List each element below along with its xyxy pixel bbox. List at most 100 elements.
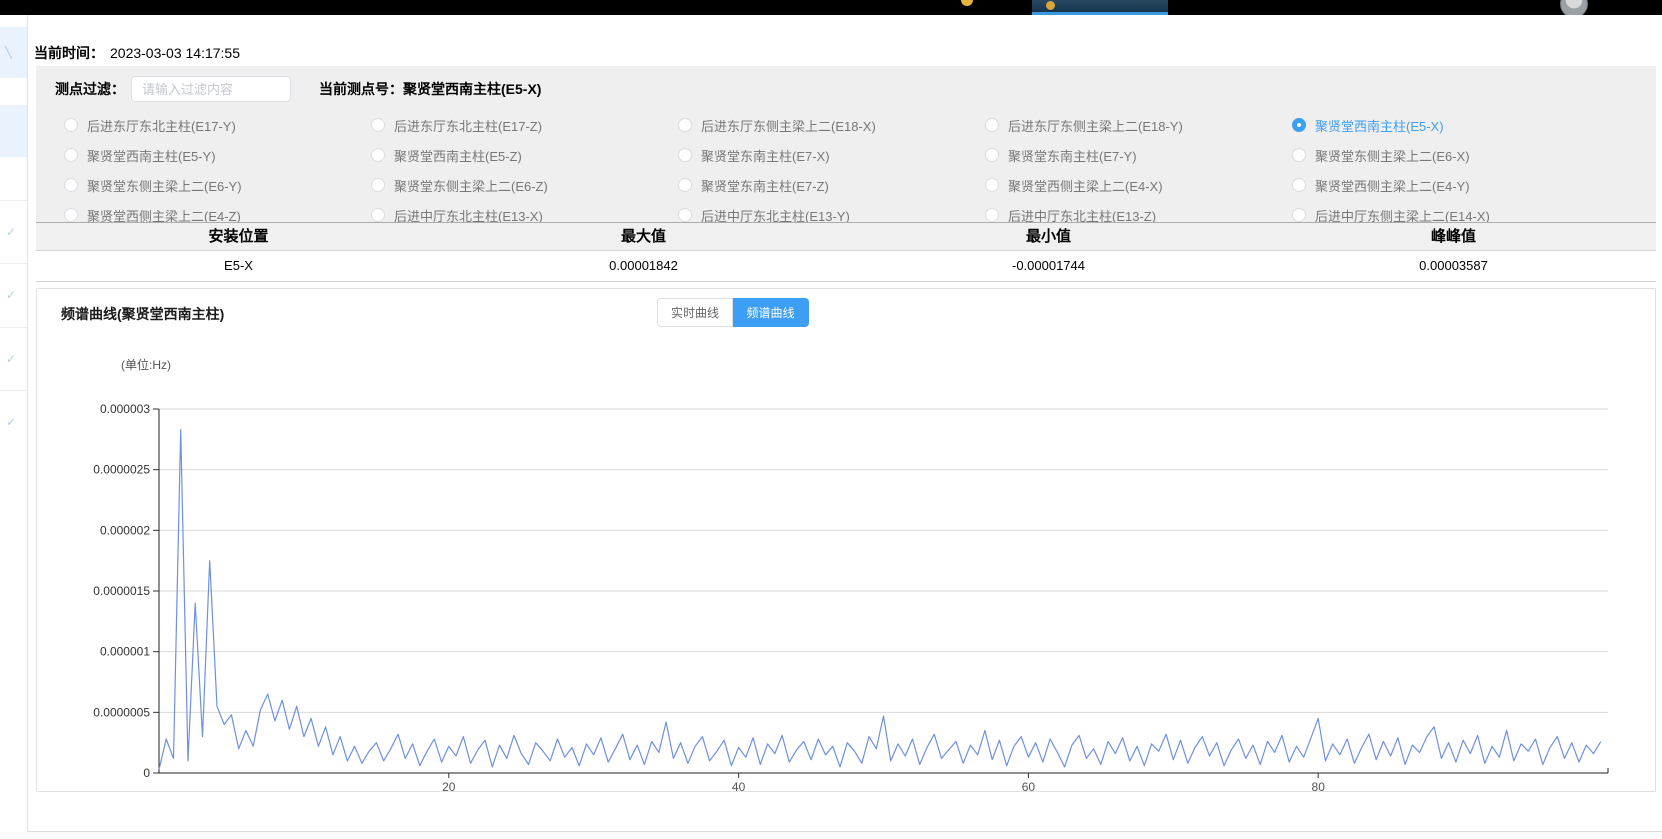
stats-table-row: E5-X0.00001842-0.000017440.00003587 [36,251,1656,282]
top-bar [0,0,1662,15]
x-tick-label: 60 [1022,780,1036,791]
radio-icon [64,118,78,132]
radio-option-label: 聚贤堂西南主柱(E5-Z) [394,146,522,165]
radio-option-13[interactable]: 聚贤堂西侧主梁上二(E4-X) [985,176,1292,195]
radio-option-12[interactable]: 聚贤堂东南主柱(E7-Z) [678,176,985,195]
radio-icon [371,118,385,132]
radio-option-label: 后进东厅东侧主梁上二(E18-Y) [1008,116,1183,135]
stats-table-header: 安装位置最大值最小值峰峰值 [36,222,1656,251]
radio-option-9[interactable]: 聚贤堂东侧主梁上二(E6-X) [1292,146,1606,165]
radio-option-1[interactable]: 后进东厅东北主柱(E17-Z) [371,116,678,135]
radio-option-0[interactable]: 后进东厅东北主柱(E17-Y) [64,116,371,135]
radio-icon [64,148,78,162]
radio-icon [985,118,999,132]
table-header-cell: 安装位置 [36,223,441,250]
radio-icon [371,178,385,192]
sidebar-item-3[interactable]: ✓ [0,200,27,263]
axis-unit-label: (单位:Hz) [121,357,171,372]
radio-icon [678,208,692,222]
radio-icon [1292,208,1306,222]
radio-icon [1292,178,1306,192]
y-tick-label: 0.000001 [100,645,150,659]
radio-icon [1292,148,1306,162]
table-header-cell: 最小值 [846,223,1251,250]
radio-icon [64,178,78,192]
y-tick-label: 0.000002 [100,523,150,537]
radio-icon [985,148,999,162]
radio-option-5[interactable]: 聚贤堂西南主柱(E5-Y) [64,146,371,165]
check-icon: ✓ [6,415,16,429]
table-value-cell: E5-X [36,251,441,281]
radio-option-label: 聚贤堂西南主柱(E5-Y) [87,146,216,165]
radio-option-label: 聚贤堂西侧主梁上二(E4-X) [1008,176,1163,195]
radio-option-label: 聚贤堂东南主柱(E7-Z) [701,176,829,195]
active-browser-tab[interactable] [1032,0,1168,15]
radio-option-6[interactable]: 聚贤堂西南主柱(E5-Z) [371,146,678,165]
table-value-cell: -0.00001744 [846,251,1251,281]
current-point-label: 当前测点号：聚贤堂西南主柱(E5-X) [319,79,541,99]
check-icon: ✓ [6,288,16,302]
x-tick-label: 20 [442,780,456,791]
radio-icon [985,178,999,192]
status-dot-icon [961,0,973,6]
sidebar-item-5[interactable]: ✓ [0,327,27,390]
tab-favicon-icon [1046,1,1055,10]
radio-option-label: 聚贤堂西南主柱(E5-X) [1315,116,1444,135]
radio-icon [64,208,78,222]
current-time: 当前时间： 2023-03-03 14:17:55 [34,43,240,63]
y-tick-label: 0.000003 [100,402,150,416]
radio-icon [985,208,999,222]
radio-option-label: 聚贤堂东南主柱(E7-X) [701,146,830,165]
table-header-cell: 最大值 [441,223,846,250]
radio-option-label: 聚贤堂东侧主梁上二(E6-Z) [394,176,548,195]
current-time-value: 2023-03-03 14:17:55 [110,45,240,61]
radio-option-11[interactable]: 聚贤堂东侧主梁上二(E6-Z) [371,176,678,195]
check-icon: ✓ [6,352,16,366]
radio-icon [678,148,692,162]
filter-input[interactable] [131,76,291,102]
radio-icon [678,118,692,132]
measure-point-panel: 测点过滤： 当前测点号：聚贤堂西南主柱(E5-X) 后进东厅东北主柱(E17-Y… [36,66,1656,222]
sidebar-item-collapsed-1[interactable]: ╲ [0,27,27,78]
main-content: 当前时间： 2023-03-03 14:17:55 测点过滤： 当前测点号：聚贤堂… [28,15,1662,832]
radio-option-label: 后进东厅东侧主梁上二(E18-X) [701,116,876,135]
x-tick-label: 40 [732,780,746,791]
current-time-label: 当前时间： [34,45,104,61]
radio-option-10[interactable]: 聚贤堂东侧主梁上二(E6-Y) [64,176,371,195]
measure-point-radio-grid: 后进东厅东北主柱(E17-Y) 后进东厅东北主柱(E17-Z) 后进东厅东侧主梁上二… [64,110,1634,230]
radio-option-4[interactable]: 聚贤堂西南主柱(E5-X) [1292,116,1606,135]
radio-icon [371,208,385,222]
sidebar-item-4[interactable]: ✓ [0,263,27,326]
filter-label: 测点过滤： [55,79,125,99]
table-value-cell: 0.00001842 [441,251,846,281]
radio-option-2[interactable]: 后进东厅东侧主梁上二(E18-X) [678,116,985,135]
sidebar-item-collapsed-2[interactable] [0,105,27,157]
table-value-cell: 0.00003587 [1251,251,1656,281]
y-tick-label: 0 [143,766,150,780]
y-tick-label: 0.0000015 [93,584,150,598]
radio-icon [1292,118,1306,132]
radio-option-label: 后进东厅东北主柱(E17-Y) [87,116,236,135]
radio-icon [678,178,692,192]
spectrum-chart: (单位:Hz) 0 0.0000005 0.000001 0.0000015 0.0000… [37,289,1655,791]
radio-option-label: 后进东厅东北主柱(E17-Z) [394,116,542,135]
spectrum-chart-panel: 频谱曲线(聚贤堂西南主柱) 实时曲线频谱曲线 (单位:Hz)00.0000005… [36,288,1656,792]
check-icon: ✓ [6,225,16,239]
radio-option-label: 聚贤堂西侧主梁上二(E4-Y) [1315,176,1470,195]
radio-option-7[interactable]: 聚贤堂东南主柱(E7-X) [678,146,985,165]
diagonal-mark-icon: ╲ [5,47,21,59]
radio-option-14[interactable]: 聚贤堂西侧主梁上二(E4-Y) [1292,176,1606,195]
spectrum-line [159,430,1601,770]
user-avatar[interactable] [1560,0,1588,15]
radio-option-label: 聚贤堂东侧主梁上二(E6-X) [1315,146,1470,165]
sidebar-item-6[interactable]: ✓ [0,390,27,453]
stats-table: 安装位置最大值最小值峰峰值 E5-X0.00001842-0.000017440… [36,222,1656,282]
y-tick-label: 0.0000025 [93,463,150,477]
left-sidebar: ╲ ✓ ✓ ✓ ✓ [0,15,28,832]
radio-option-label: 聚贤堂东侧主梁上二(E6-Y) [87,176,242,195]
table-header-cell: 峰峰值 [1251,223,1656,250]
y-tick-label: 0.0000005 [93,705,150,719]
radio-option-3[interactable]: 后进东厅东侧主梁上二(E18-Y) [985,116,1292,135]
radio-option-8[interactable]: 聚贤堂东南主柱(E7-Y) [985,146,1292,165]
x-tick-label: 80 [1312,780,1326,791]
